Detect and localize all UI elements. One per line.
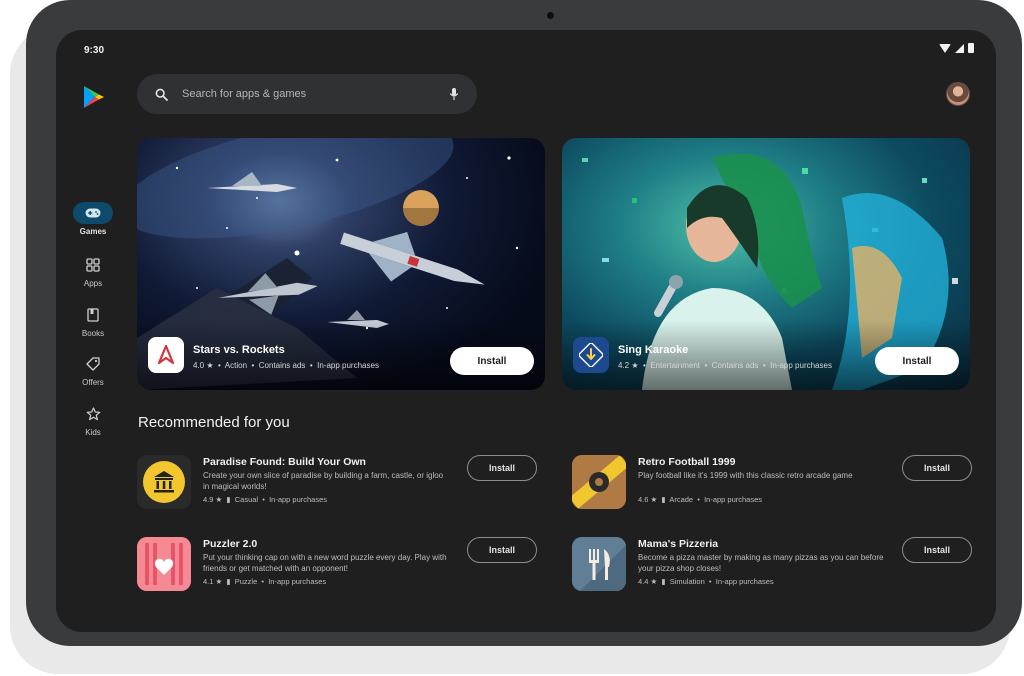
battery-icon <box>968 43 974 53</box>
list-item[interactable]: Puzzler 2.0 Put your thinking cap on wit… <box>137 537 537 593</box>
nav-item-books[interactable]: Books <box>72 304 114 338</box>
install-button[interactable]: Install <box>450 347 534 375</box>
list-item[interactable]: Mama's Pizzeria Become a pizza master by… <box>572 537 972 593</box>
status-icons <box>939 43 974 53</box>
app-meta: 4.1 ★ ▮ Puzzle • In-app purchases <box>203 577 327 586</box>
football-icon <box>572 455 626 509</box>
app-meta: 4.6 ★ ▮ Arcade • In-app purchases <box>638 495 763 504</box>
app-title: Puzzler 2.0 <box>203 538 258 550</box>
install-button[interactable]: Install <box>902 537 972 563</box>
search-placeholder[interactable]: Search for apps & games <box>182 88 449 100</box>
puzzler-app-icon <box>137 537 191 591</box>
rating-badge-icon: ▮ <box>661 577 666 586</box>
featured-card-sing-karaoke[interactable]: Sing Karaoke 4.2 ★ • Entertainment • Con… <box>562 138 970 390</box>
nav-item-offers[interactable]: Offers <box>72 353 114 387</box>
section-title: Recommended for you <box>138 414 290 431</box>
app-description: Become a pizza master by making as many … <box>638 553 884 573</box>
featured-meta: 4.0 ★ • Action • Contains ads • In-app p… <box>193 361 379 370</box>
sing-karaoke-app-icon <box>573 337 609 373</box>
nav-item-games[interactable]: Games <box>72 202 114 236</box>
featured-title: Stars vs. Rockets <box>193 344 285 356</box>
signal-icon <box>955 43 964 53</box>
nav-pill-active <box>73 202 113 224</box>
rocket-logo-icon <box>157 344 175 365</box>
microphone-icon[interactable] <box>449 87 459 101</box>
screen: 9:30 Games Apps Books Offers Kids Search… <box>56 30 996 632</box>
app-description: Play football like it's 1999 with this c… <box>638 471 853 480</box>
gamepad-icon <box>85 208 101 218</box>
app-description: Put your thinking cap on with a new word… <box>203 553 447 573</box>
puzzle-heart-icon <box>137 537 191 591</box>
nav-item-apps[interactable]: Apps <box>72 254 114 288</box>
featured-meta: 4.2 ★ • Entertainment • Contains ads • I… <box>618 361 832 370</box>
book-icon <box>87 308 99 322</box>
install-button[interactable]: Install <box>467 537 537 563</box>
app-title: Mama's Pizzeria <box>638 538 719 550</box>
search-bar[interactable]: Search for apps & games <box>137 74 477 114</box>
list-item[interactable]: Paradise Found: Build Your Own Create yo… <box>137 455 537 511</box>
avatar[interactable] <box>946 82 970 106</box>
microphone-logo-icon <box>579 343 603 367</box>
app-title: Retro Football 1999 <box>638 456 736 468</box>
tag-icon <box>86 357 100 371</box>
featured-card-stars-vs-rockets[interactable]: Stars vs. Rockets 4.0 ★ • Action • Conta… <box>137 138 545 390</box>
wifi-icon <box>939 43 951 53</box>
app-description: Create your own slice of paradise by bui… <box>203 471 444 491</box>
status-time: 9:30 <box>84 45 105 56</box>
front-camera <box>547 12 554 19</box>
search-icon <box>155 88 168 101</box>
app-meta: 4.9 ★ ▮ Casual • In-app purchases <box>203 495 328 504</box>
retro-football-app-icon <box>572 455 626 509</box>
install-button[interactable]: Install <box>902 455 972 481</box>
rating-badge-icon: ▮ <box>226 495 231 504</box>
nav-label-books: Books <box>81 329 105 338</box>
nav-label-offers: Offers <box>82 378 104 387</box>
nav-item-kids[interactable]: Kids <box>72 403 114 437</box>
list-item[interactable]: Retro Football 1999 Play football like i… <box>572 455 972 511</box>
featured-title: Sing Karaoke <box>618 344 689 356</box>
star-icon <box>86 407 100 421</box>
nav-label-apps: Apps <box>83 279 103 288</box>
install-button[interactable]: Install <box>467 455 537 481</box>
rating-badge-icon: ▮ <box>661 495 666 504</box>
app-meta: 4.4 ★ ▮ Simulation • In-app purchases <box>638 577 774 586</box>
museum-icon <box>143 461 185 503</box>
install-button[interactable]: Install <box>875 347 959 375</box>
paradise-found-app-icon <box>137 455 191 509</box>
app-title: Paradise Found: Build Your Own <box>203 456 366 468</box>
apps-grid-icon <box>86 258 100 272</box>
nav-label-kids: Kids <box>85 428 101 437</box>
fork-knife-icon <box>572 537 626 591</box>
nav-label-games: Games <box>79 227 107 236</box>
mamas-pizzeria-app-icon <box>572 537 626 591</box>
stars-vs-rockets-app-icon <box>148 337 184 373</box>
rating-badge-icon: ▮ <box>226 577 231 586</box>
play-store-logo-icon[interactable] <box>83 85 105 109</box>
